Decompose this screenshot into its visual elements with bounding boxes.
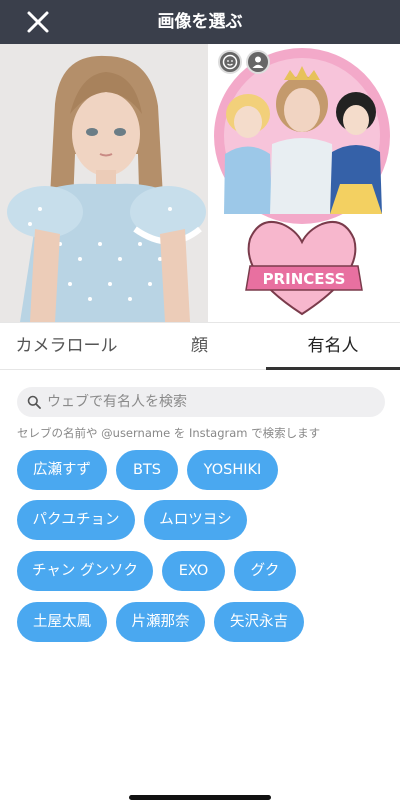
- home-indicator: [129, 795, 271, 800]
- source-tabs: カメラロール 顔 有名人: [0, 322, 400, 370]
- celebrity-chip[interactable]: ムロツヨシ: [144, 500, 247, 540]
- celebrity-chip[interactable]: チャン グンソク: [17, 551, 153, 591]
- celebrity-chip[interactable]: 矢沢永吉: [214, 602, 304, 642]
- celebrity-chip[interactable]: 片瀬那奈: [116, 602, 205, 642]
- celebrity-chip[interactable]: BTS: [116, 450, 178, 490]
- tab-camera-roll[interactable]: カメラロール: [0, 323, 133, 369]
- tab-celebrities[interactable]: 有名人: [266, 323, 400, 369]
- princess-banner-text: PRINCESS: [263, 270, 346, 288]
- celebrity-chip[interactable]: グク: [234, 551, 296, 591]
- face-icon: [222, 54, 238, 70]
- person-overlay-button[interactable]: [246, 50, 270, 74]
- photo-thumbnail-girl[interactable]: [0, 44, 208, 322]
- photo-thumbnail-princess[interactable]: PRINCESS: [210, 44, 400, 322]
- celebrity-chip[interactable]: パクユチョン: [17, 500, 135, 540]
- person-icon: [252, 56, 264, 68]
- search-icon: [27, 395, 41, 409]
- celebrity-chip[interactable]: 土屋太鳳: [17, 602, 107, 642]
- search-input[interactable]: [47, 394, 367, 410]
- page-title: 画像を選ぶ: [157, 12, 243, 32]
- celebrity-chip[interactable]: 広瀬すず: [17, 450, 107, 490]
- celebrity-search-bar[interactable]: [17, 387, 385, 417]
- face-overlay-button[interactable]: [218, 50, 242, 74]
- active-tab-indicator: [266, 367, 400, 370]
- tab-face[interactable]: 顔: [133, 323, 266, 369]
- celebrity-chip[interactable]: EXO: [162, 551, 225, 591]
- celebrity-chip[interactable]: YOSHIKI: [187, 450, 278, 490]
- search-hint: セレブの名前や @username を Instagram で検索します: [17, 426, 321, 440]
- photo-grid: PRINCESS: [0, 44, 400, 322]
- top-bar: 画像を選ぶ: [0, 0, 400, 44]
